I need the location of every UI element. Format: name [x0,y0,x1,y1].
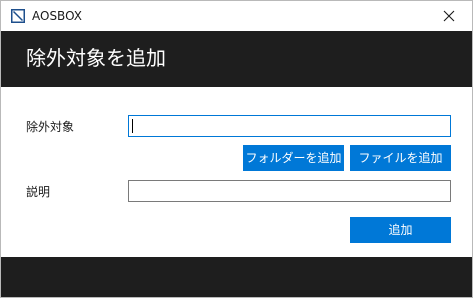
form-content: 除外対象 フォルダーを追加 ファイルを追加 説明 追加 [1,87,472,257]
add-button[interactable]: 追加 [350,217,451,243]
add-file-button[interactable]: ファイルを追加 [350,145,451,171]
description-input[interactable] [128,180,451,202]
close-icon [443,10,455,22]
window-title: AOSBOX [32,9,82,23]
exclusion-target-label: 除外対象 [26,120,75,134]
title-bar[interactable]: AOSBOX [1,1,472,31]
dialog-footer [1,257,472,297]
description-label: 説明 [26,185,51,199]
add-folder-button[interactable]: フォルダーを追加 [243,145,344,171]
dialog-title: 除外対象を追加 [26,46,166,70]
close-button[interactable] [426,1,472,31]
exclusion-target-input[interactable] [128,115,451,137]
aosbox-logo-icon [11,9,25,23]
text-caret [132,119,133,133]
dialog-header: 除外対象を追加 [1,31,472,87]
dialog-window: AOSBOX 除外対象を追加 除外対象 フォルダーを追加 ファイルを追加 説明 … [0,0,473,298]
